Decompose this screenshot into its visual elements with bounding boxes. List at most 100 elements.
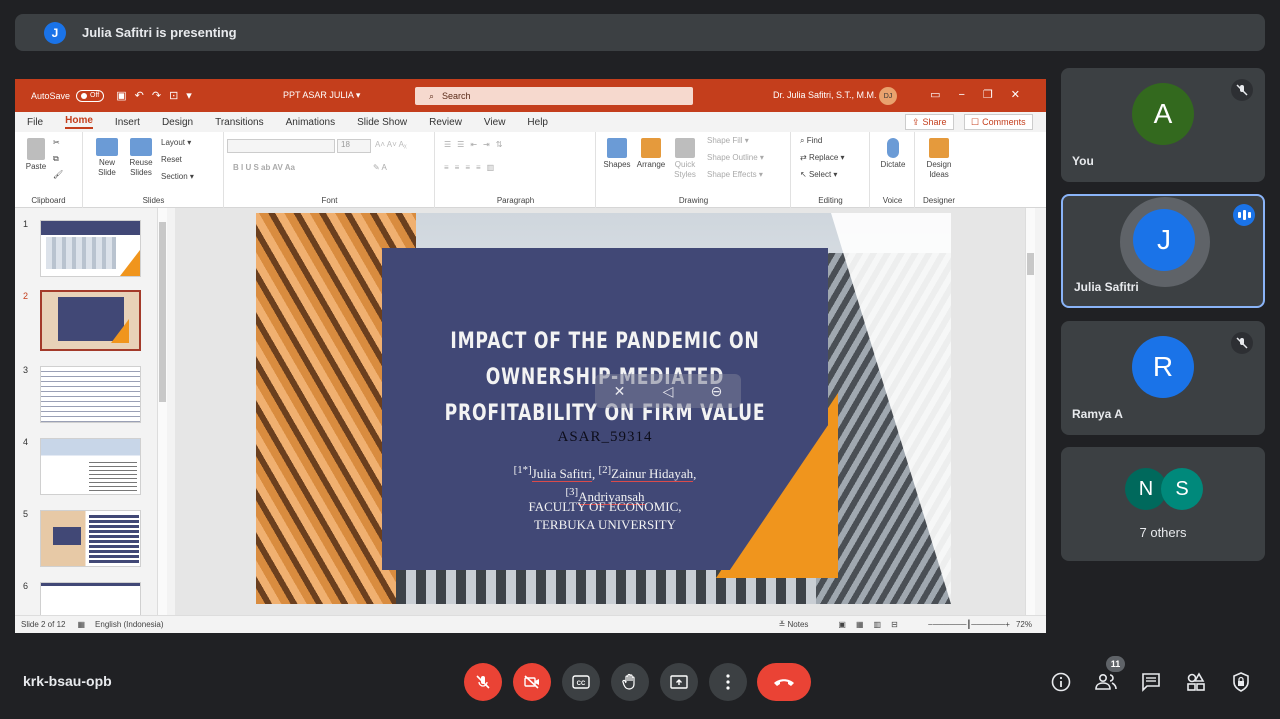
camera-toggle-button[interactable] bbox=[513, 663, 551, 701]
font-size-box[interactable]: 18 bbox=[337, 139, 371, 153]
document-title[interactable]: PPT ASAR JULIA ▾ bbox=[283, 90, 360, 101]
paste-button[interactable]: Paste bbox=[23, 138, 49, 172]
shape-outline-button[interactable]: Shape Outline ▾ bbox=[707, 153, 764, 162]
text-format-icons[interactable]: B I U S ab AV Aa bbox=[233, 163, 295, 172]
group-editing: ⌕ Find ⇄ Replace ▾ ↖ Select ▾ Editing bbox=[792, 132, 870, 208]
list-icons[interactable]: ☰☰⇤⇥⇅ bbox=[444, 140, 508, 149]
current-slide[interactable]: IMPACT OF THE PANDEMIC ON OWNERSHIP-MEDI… bbox=[256, 213, 951, 604]
font-family-box[interactable] bbox=[227, 139, 335, 153]
scroll-thumb[interactable] bbox=[1027, 253, 1034, 275]
people-count-badge: 11 bbox=[1106, 656, 1125, 672]
zoom-slider[interactable]: −──────┃──────+ bbox=[928, 620, 1010, 629]
captions-button[interactable]: CC bbox=[562, 663, 600, 701]
shapes-button[interactable]: Shapes bbox=[601, 138, 633, 170]
select-icon: ↖ bbox=[800, 170, 809, 179]
reset-button[interactable]: Reset bbox=[161, 155, 182, 164]
participant-tile-ramya[interactable]: R Ramya A bbox=[1061, 321, 1265, 435]
view-buttons[interactable]: ▣▦▥⊟ bbox=[838, 620, 907, 629]
tab-insert[interactable]: Insert bbox=[115, 117, 140, 128]
volume-off-icon[interactable]: ◁ bbox=[663, 383, 674, 400]
activities-button[interactable] bbox=[1184, 670, 1208, 694]
arrange-button[interactable]: Arrange bbox=[635, 138, 667, 170]
notes-button[interactable]: ≚ Notes bbox=[779, 620, 809, 629]
participant-tile-you[interactable]: A You bbox=[1061, 68, 1265, 182]
slide-title-panel[interactable]: IMPACT OF THE PANDEMIC ON OWNERSHIP-MEDI… bbox=[382, 248, 828, 570]
align-icons[interactable]: ≡≡≡≡▥ bbox=[444, 163, 500, 172]
comments-button[interactable]: ☐ Comments bbox=[964, 114, 1033, 130]
reuse-slides-button[interactable]: Reuse Slides bbox=[126, 138, 156, 178]
tab-slide-show[interactable]: Slide Show bbox=[357, 117, 407, 128]
spellcheck-icon[interactable]: ▦ bbox=[77, 620, 85, 629]
mic-toggle-button[interactable] bbox=[464, 663, 502, 701]
chat-icon bbox=[1142, 673, 1160, 692]
people-button[interactable] bbox=[1094, 670, 1118, 694]
thumbnail-scrollbar[interactable] bbox=[157, 208, 167, 615]
raise-hand-button[interactable] bbox=[611, 663, 649, 701]
select-button[interactable]: ↖ Select ▾ bbox=[800, 170, 837, 179]
tab-home[interactable]: Home bbox=[65, 115, 93, 129]
shapes-label: Shapes bbox=[603, 160, 631, 169]
canvas-scrollbar[interactable] bbox=[1025, 208, 1035, 615]
find-button[interactable]: ⌕ Find bbox=[800, 136, 822, 146]
font-size-icons[interactable]: A˄ A˅ Aᵪ bbox=[375, 140, 407, 149]
slide-paper-code[interactable]: ASAR_59314 bbox=[382, 429, 828, 446]
shape-fill-button[interactable]: Shape Fill ▾ bbox=[707, 136, 749, 145]
reuse-slides-icon bbox=[130, 138, 152, 156]
layout-button[interactable]: Layout ▾ bbox=[161, 138, 191, 147]
meeting-details-button[interactable] bbox=[1049, 670, 1073, 694]
new-slide-label: New Slide bbox=[98, 158, 116, 177]
design-ideas-button[interactable]: Design Ideas bbox=[920, 138, 958, 180]
chat-button[interactable] bbox=[1139, 670, 1163, 694]
others-tile[interactable]: N S 7 others bbox=[1061, 447, 1265, 561]
quick-access-icons[interactable]: ▣↶↷⊡▾ bbox=[116, 89, 200, 102]
tab-animations[interactable]: Animations bbox=[286, 117, 335, 128]
tab-review[interactable]: Review bbox=[429, 117, 462, 128]
account-name[interactable]: Dr. Julia Safitri, S.T., M.M. bbox=[773, 90, 877, 100]
search-input[interactable]: ⌕ Search bbox=[415, 87, 693, 105]
thumbnail-slide-5 bbox=[40, 510, 141, 567]
design-ideas-icon bbox=[929, 138, 949, 158]
zoom-level[interactable]: 72% bbox=[1016, 620, 1032, 629]
group-drawing-label: Drawing bbox=[678, 196, 709, 205]
new-slide-button[interactable]: New Slide bbox=[92, 138, 122, 178]
scroll-thumb[interactable] bbox=[159, 222, 166, 402]
share-button[interactable]: ⇪ Share bbox=[905, 114, 954, 130]
notes-label: Notes bbox=[787, 620, 809, 629]
author-name: Julia Safitri bbox=[531, 466, 592, 483]
copy-icon[interactable]: ⧉ bbox=[53, 154, 59, 164]
participant-tile-julia[interactable]: J Julia Safitri bbox=[1061, 194, 1265, 308]
format-painter-icon[interactable]: 🖌 bbox=[53, 170, 63, 179]
cut-icon[interactable]: ✂ bbox=[53, 138, 60, 147]
participant-avatar: A bbox=[1132, 83, 1194, 145]
tab-design[interactable]: Design bbox=[162, 117, 193, 128]
shape-effects-button[interactable]: Shape Effects ▾ bbox=[707, 170, 763, 179]
replace-button[interactable]: ⇄ Replace ▾ bbox=[800, 153, 845, 162]
tab-help[interactable]: Help bbox=[527, 117, 548, 128]
present-button[interactable] bbox=[660, 663, 698, 701]
thumbnail-box bbox=[53, 527, 81, 545]
tab-view[interactable]: View bbox=[484, 117, 506, 128]
dictate-button[interactable]: Dictate bbox=[875, 138, 911, 170]
host-controls-button[interactable] bbox=[1229, 670, 1253, 694]
quick-styles-button[interactable]: Quick Styles bbox=[669, 138, 701, 180]
leave-call-button[interactable] bbox=[757, 663, 811, 701]
autosave-toggle[interactable]: Off bbox=[76, 89, 105, 102]
more-options-button[interactable] bbox=[709, 663, 747, 701]
mic-off-glyph bbox=[1236, 337, 1248, 349]
thumbnail-accent bbox=[120, 250, 140, 276]
language[interactable]: English (Indonesia) bbox=[95, 620, 163, 629]
group-drawing: Shapes Arrange Quick Styles Shape Fill ▾… bbox=[597, 132, 791, 208]
minimize-icon[interactable]: ⊖ bbox=[711, 383, 723, 400]
tab-file[interactable]: File bbox=[27, 117, 43, 128]
tab-transitions[interactable]: Transitions bbox=[215, 117, 264, 128]
design-ideas-label: Design Ideas bbox=[926, 160, 952, 179]
font-color-icon[interactable]: ✎ A bbox=[373, 163, 387, 172]
host-controls-icon bbox=[1233, 672, 1249, 692]
section-button[interactable]: Section ▾ bbox=[161, 172, 194, 181]
thumbnail-slide-3 bbox=[40, 366, 141, 423]
account-avatar[interactable]: DJ bbox=[879, 87, 897, 105]
affiliation-line: FACULTY OF ECONOMIC, bbox=[528, 499, 682, 514]
pin-off-icon[interactable]: ✕ bbox=[614, 383, 626, 400]
window-controls[interactable]: ▭−❐✕ bbox=[930, 88, 1038, 101]
group-designer-label: Designer bbox=[922, 196, 955, 205]
